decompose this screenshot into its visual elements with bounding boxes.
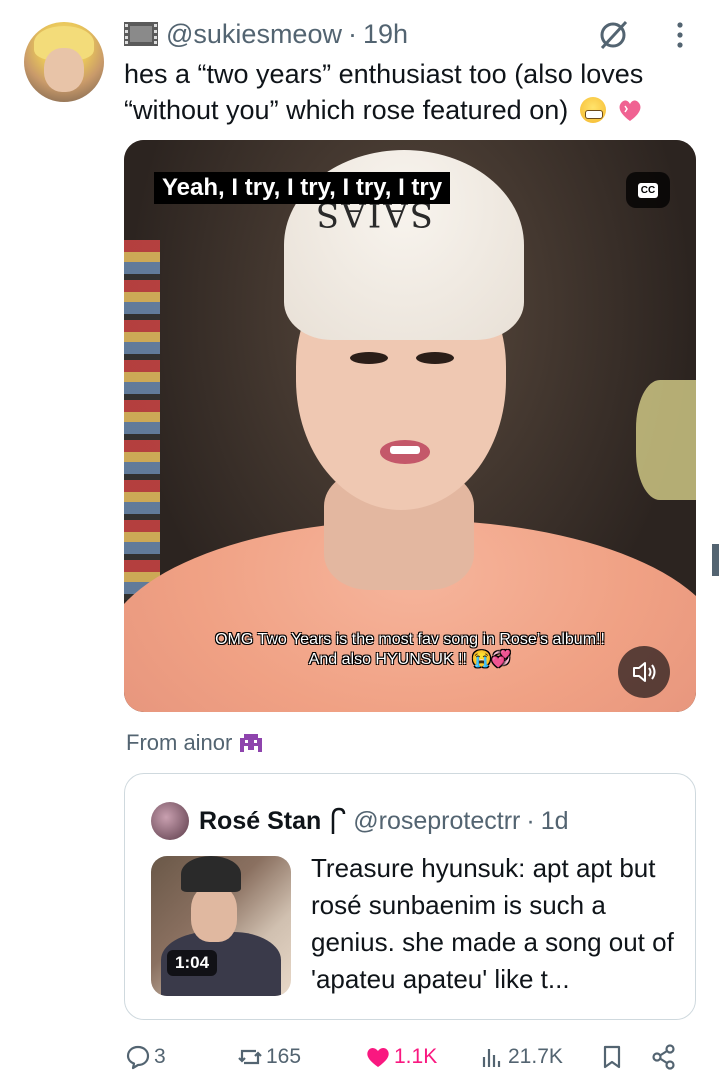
bookmark-button[interactable] bbox=[598, 1040, 628, 1074]
more-options-icon[interactable] bbox=[670, 18, 690, 52]
video-duration-badge: 1:04 bbox=[167, 950, 218, 976]
quoted-video-thumbnail[interactable]: 1:04 bbox=[151, 856, 291, 996]
quoted-author-handle[interactable]: @roseprotectrr bbox=[353, 807, 520, 836]
share-icon bbox=[652, 1044, 675, 1070]
overlay-line-1: OMG Two Years is the most fav song in Ro… bbox=[215, 631, 605, 648]
cane-icon bbox=[332, 807, 346, 834]
quoted-author-avatar[interactable] bbox=[151, 802, 189, 840]
from-attribution[interactable]: From ainor bbox=[126, 730, 264, 756]
quoted-author-name[interactable]: Rosé Stan bbox=[199, 807, 321, 836]
background-object bbox=[636, 380, 696, 500]
avatar-face bbox=[44, 48, 84, 92]
like-button[interactable]: 1.1K bbox=[364, 1040, 437, 1074]
video-overlay-caption: OMG Two Years is the most fav song in Ro… bbox=[124, 630, 696, 670]
quoted-separator: · bbox=[526, 806, 535, 835]
from-label: From ainor bbox=[126, 730, 233, 755]
tweet-header: @sukiesmeow · 19h bbox=[124, 16, 408, 52]
right-eye bbox=[416, 352, 454, 364]
tweet-time[interactable]: 19h bbox=[363, 19, 408, 50]
closed-captions-button[interactable]: CC bbox=[626, 172, 670, 208]
reply-count: 3 bbox=[154, 1045, 166, 1068]
like-count: 1.1K bbox=[394, 1045, 438, 1068]
retweet-icon bbox=[238, 1049, 262, 1065]
retweet-count: 165 bbox=[266, 1045, 302, 1068]
crying-emoji-icon: 😭 bbox=[471, 651, 492, 668]
thumbnail-cap bbox=[181, 856, 241, 892]
film-strip-icon bbox=[124, 22, 158, 46]
scrollbar-thumb[interactable] bbox=[712, 544, 719, 576]
author-avatar[interactable] bbox=[24, 22, 104, 102]
tweet-body: hes a “two years” enthusiast too (also l… bbox=[124, 59, 644, 125]
cc-label: CC bbox=[637, 182, 659, 198]
author-handle[interactable]: @sukiesmeow bbox=[166, 19, 342, 50]
analytics-icon bbox=[482, 1049, 501, 1067]
quoted-tweet-card[interactable]: Rosé Stan @roseprotectrr · 1d 1:04 Treas… bbox=[124, 773, 696, 1020]
video-player[interactable]: SAIAS Yeah, I try, I try, I try, I try C… bbox=[124, 140, 696, 712]
quoted-tweet-time[interactable]: 1d bbox=[541, 807, 569, 836]
bookshelf bbox=[124, 240, 160, 600]
grin-emoji-icon bbox=[579, 97, 606, 123]
quoted-tweet-header: Rosé Stan @roseprotectrr · 1d bbox=[199, 802, 569, 840]
video-subtitle: Yeah, I try, I try, I try, I try bbox=[154, 172, 451, 204]
unmute-button[interactable] bbox=[618, 646, 670, 698]
heart-filled-icon bbox=[367, 1048, 389, 1067]
views-button[interactable]: 21.7K bbox=[478, 1040, 563, 1074]
view-count: 21.7K bbox=[508, 1045, 563, 1068]
bookmark-icon bbox=[603, 1045, 621, 1069]
thumbnail-face bbox=[191, 886, 237, 942]
speaker-icon bbox=[633, 662, 656, 682]
overlay-line-2: And also HYUNSUK !! 😭💞 bbox=[124, 650, 696, 670]
share-button[interactable] bbox=[650, 1040, 680, 1074]
left-eye bbox=[350, 352, 388, 364]
heart-emoji-icon bbox=[619, 100, 641, 121]
tweet-text: hes a “two years” enthusiast too (also l… bbox=[124, 56, 704, 128]
reply-button[interactable]: 3 bbox=[124, 1040, 166, 1074]
quoted-tweet-text: Treasure hyunsuk: apt apt but rosé sunba… bbox=[311, 853, 674, 994]
alien-monster-icon bbox=[240, 734, 263, 752]
reply-icon bbox=[126, 1045, 150, 1070]
hearts-emoji-icon: 💞 bbox=[491, 651, 512, 668]
tweet-action-bar: 3 165 1.1K 21.7K bbox=[124, 1040, 694, 1074]
header-separator: · bbox=[347, 18, 357, 49]
grok-icon[interactable] bbox=[596, 18, 630, 52]
retweet-button[interactable]: 165 bbox=[236, 1040, 301, 1074]
mouth bbox=[380, 440, 430, 464]
overlay-line-2-text: And also HYUNSUK !! bbox=[308, 651, 467, 668]
